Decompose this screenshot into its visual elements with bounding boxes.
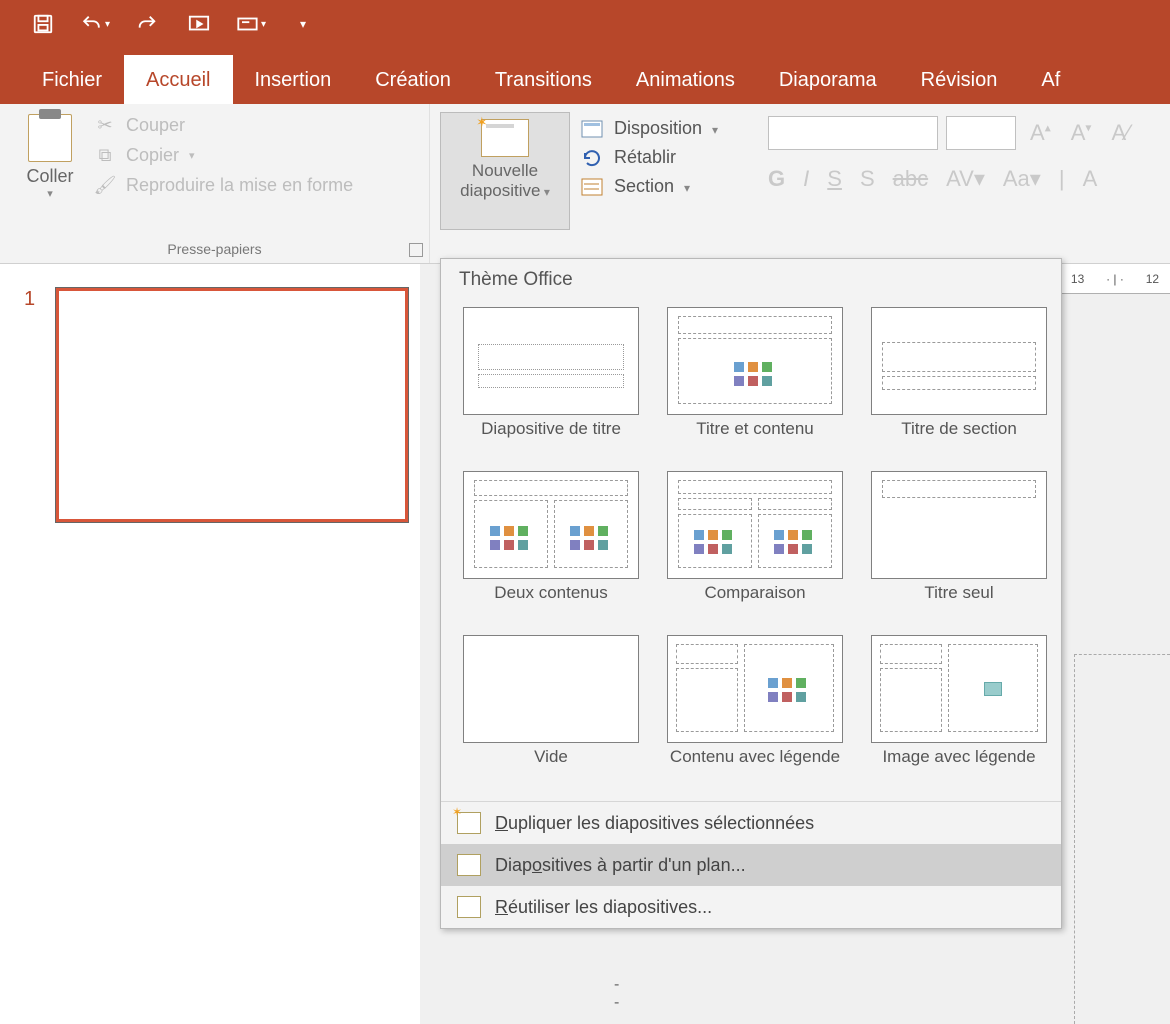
font-color-button: A (1083, 166, 1098, 192)
layout-icon (580, 119, 604, 139)
slide-thumbnail-1[interactable] (56, 288, 408, 522)
present-mode-icon[interactable]: ▾ (236, 9, 266, 39)
tab-diaporama[interactable]: Diaporama (757, 55, 899, 104)
layout-title-slide[interactable]: Diapositive de titre (451, 303, 651, 461)
clear-format-icon: A⁄ (1105, 120, 1135, 146)
layout-content-caption[interactable]: Contenu avec légende (655, 631, 855, 789)
undo-icon[interactable]: ▾ (80, 9, 110, 39)
tab-transitions[interactable]: Transitions (473, 55, 614, 104)
tab-insertion[interactable]: Insertion (233, 55, 354, 104)
bold-button: G (768, 166, 785, 192)
underline-button: S (827, 166, 842, 192)
tab-animations[interactable]: Animations (614, 55, 757, 104)
save-icon[interactable] (28, 9, 58, 39)
gallery-header: Thème Office (441, 259, 1061, 299)
menu-slides-from-outline[interactable]: Diapositives à partir d'un plan...Diapos… (441, 844, 1061, 886)
clipboard-icon (28, 114, 72, 162)
ribbon: Coller ▾ ✂ Couper ⧉ Copier ▾ 🖌 Reproduir… (0, 104, 1170, 264)
paste-label: Coller (26, 166, 73, 187)
font-size-combo[interactable] (946, 116, 1016, 150)
slide-thumbnails-pane[interactable]: 1 (0, 264, 420, 1024)
tab-revision[interactable]: Révision (899, 55, 1020, 104)
layout-section-header[interactable]: Titre de section (859, 303, 1059, 461)
format-painter-button: 🖌 Reproduire la mise en forme (90, 172, 357, 198)
shadow-button: S (860, 166, 875, 192)
reset-icon (580, 148, 604, 168)
section-icon (580, 177, 604, 197)
layout-title-only[interactable]: Titre seul (859, 467, 1059, 625)
horizontal-ruler: 13 · | · 12 (1060, 264, 1170, 294)
zoom-dash-icon: -- (614, 976, 619, 1012)
slide-number: 1 (24, 288, 35, 311)
duplicate-slide-icon (457, 812, 481, 834)
copy-icon: ⧉ (94, 144, 116, 166)
char-spacing-button: AV▾ (946, 166, 985, 192)
decrease-font-icon: A▾ (1065, 120, 1098, 146)
strike-button: abc (893, 166, 928, 192)
clipboard-launcher-icon[interactable] (409, 243, 423, 257)
ribbon-tabs: Fichier Accueil Insertion Création Trans… (0, 48, 1170, 104)
redo-icon[interactable] (132, 9, 162, 39)
font-name-combo[interactable] (768, 116, 938, 150)
menu-reuse-slides[interactable]: Réutiliser les diapositives...Réutiliser… (441, 886, 1061, 928)
copy-button: ⧉ Copier ▾ (90, 142, 357, 168)
layout-button[interactable]: Disposition (580, 118, 718, 139)
menu-duplicate-slides[interactable]: DDupliquer les diapositives sélectionnée… (441, 802, 1061, 844)
layout-comparison[interactable]: Comparaison (655, 467, 855, 625)
slide-editor-edge (1074, 654, 1170, 1024)
reset-button[interactable]: Rétablir (580, 147, 718, 168)
new-slide-gallery: Thème Office Diapositive de titre Titre … (440, 258, 1062, 929)
layout-blank[interactable]: Vide (451, 631, 651, 789)
tab-creation[interactable]: Création (353, 55, 473, 104)
tab-affichage-truncated[interactable]: Af (1019, 55, 1082, 104)
section-button[interactable]: Section (580, 176, 718, 197)
clipboard-group-label: Presse-papiers (0, 241, 429, 257)
quick-access-toolbar: ▾ ▾ ▾ (0, 0, 1170, 48)
tab-fichier[interactable]: Fichier (20, 55, 124, 104)
change-case-button: Aa▾ (1003, 166, 1041, 192)
slideshow-icon[interactable] (184, 9, 214, 39)
new-slide-icon (481, 119, 529, 157)
layout-two-content[interactable]: Deux contenus (451, 467, 651, 625)
increase-font-icon: A▴ (1024, 120, 1057, 146)
tab-accueil[interactable]: Accueil (124, 55, 232, 104)
brush-icon: 🖌 (94, 174, 116, 196)
new-slide-button[interactable]: Nouvelle diapositive (440, 112, 570, 230)
qat-customize-icon[interactable]: ▾ (288, 9, 318, 39)
scissors-icon: ✂ (94, 114, 116, 136)
layout-picture-caption[interactable]: Image avec légende (859, 631, 1059, 789)
reuse-icon (457, 896, 481, 918)
layout-title-content[interactable]: Titre et contenu (655, 303, 855, 461)
outline-icon (457, 854, 481, 876)
cut-button: ✂ Couper (90, 112, 357, 138)
italic-button: I (803, 166, 809, 192)
paste-button[interactable]: Coller ▾ (10, 110, 90, 200)
